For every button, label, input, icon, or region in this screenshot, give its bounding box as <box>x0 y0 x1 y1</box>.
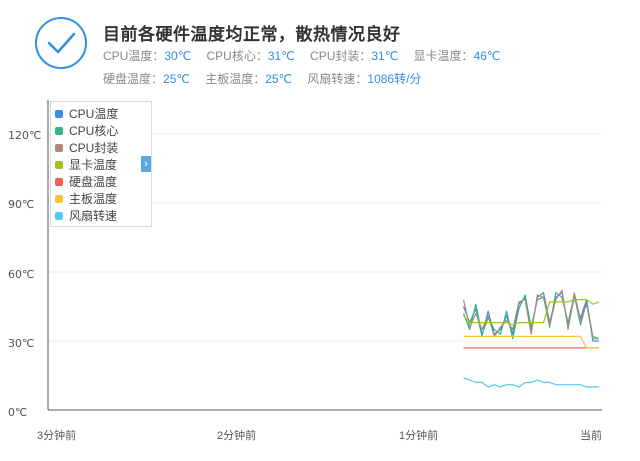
legend-swatch <box>55 195 63 203</box>
legend-item-cpu-core[interactable]: CPU核心 <box>55 122 118 139</box>
legend-swatch <box>55 212 63 220</box>
legend-label: 硬盘温度 <box>69 175 118 189</box>
legend-item-gpu-temp[interactable]: 显卡温度 <box>55 156 117 173</box>
legend-swatch <box>55 144 63 152</box>
legend-swatch <box>55 127 63 135</box>
legend-item-fan-speed[interactable]: 风扇转速 <box>55 207 117 224</box>
legend-toggle-button[interactable]: › <box>141 156 151 172</box>
chart-legend: CPU温度 CPU核心 CPU封装 显卡温度 硬盘温度 主板温度 风扇转速 <box>50 101 152 227</box>
legend-label: 显卡温度 <box>69 158 118 172</box>
legend-swatch <box>55 110 63 118</box>
legend-item-cpu-temp[interactable]: CPU温度 <box>55 105 118 122</box>
legend-label: CPU温度 <box>69 107 119 121</box>
series-line-5 <box>463 335 599 349</box>
legend-item-cpu-package[interactable]: CPU封装 <box>55 139 118 156</box>
legend-item-board-temp[interactable]: 主板温度 <box>55 190 117 207</box>
legend-label: 风扇转速 <box>69 209 118 223</box>
legend-item-disk-temp[interactable]: 硬盘温度 <box>55 173 117 190</box>
legend-swatch <box>55 178 63 186</box>
legend-label: CPU封装 <box>69 141 119 155</box>
legend-label: CPU核心 <box>69 124 119 138</box>
series-line-6 <box>463 377 599 388</box>
legend-label: 主板温度 <box>69 192 118 206</box>
legend-swatch <box>55 161 63 169</box>
temperature-chart <box>47 100 602 411</box>
